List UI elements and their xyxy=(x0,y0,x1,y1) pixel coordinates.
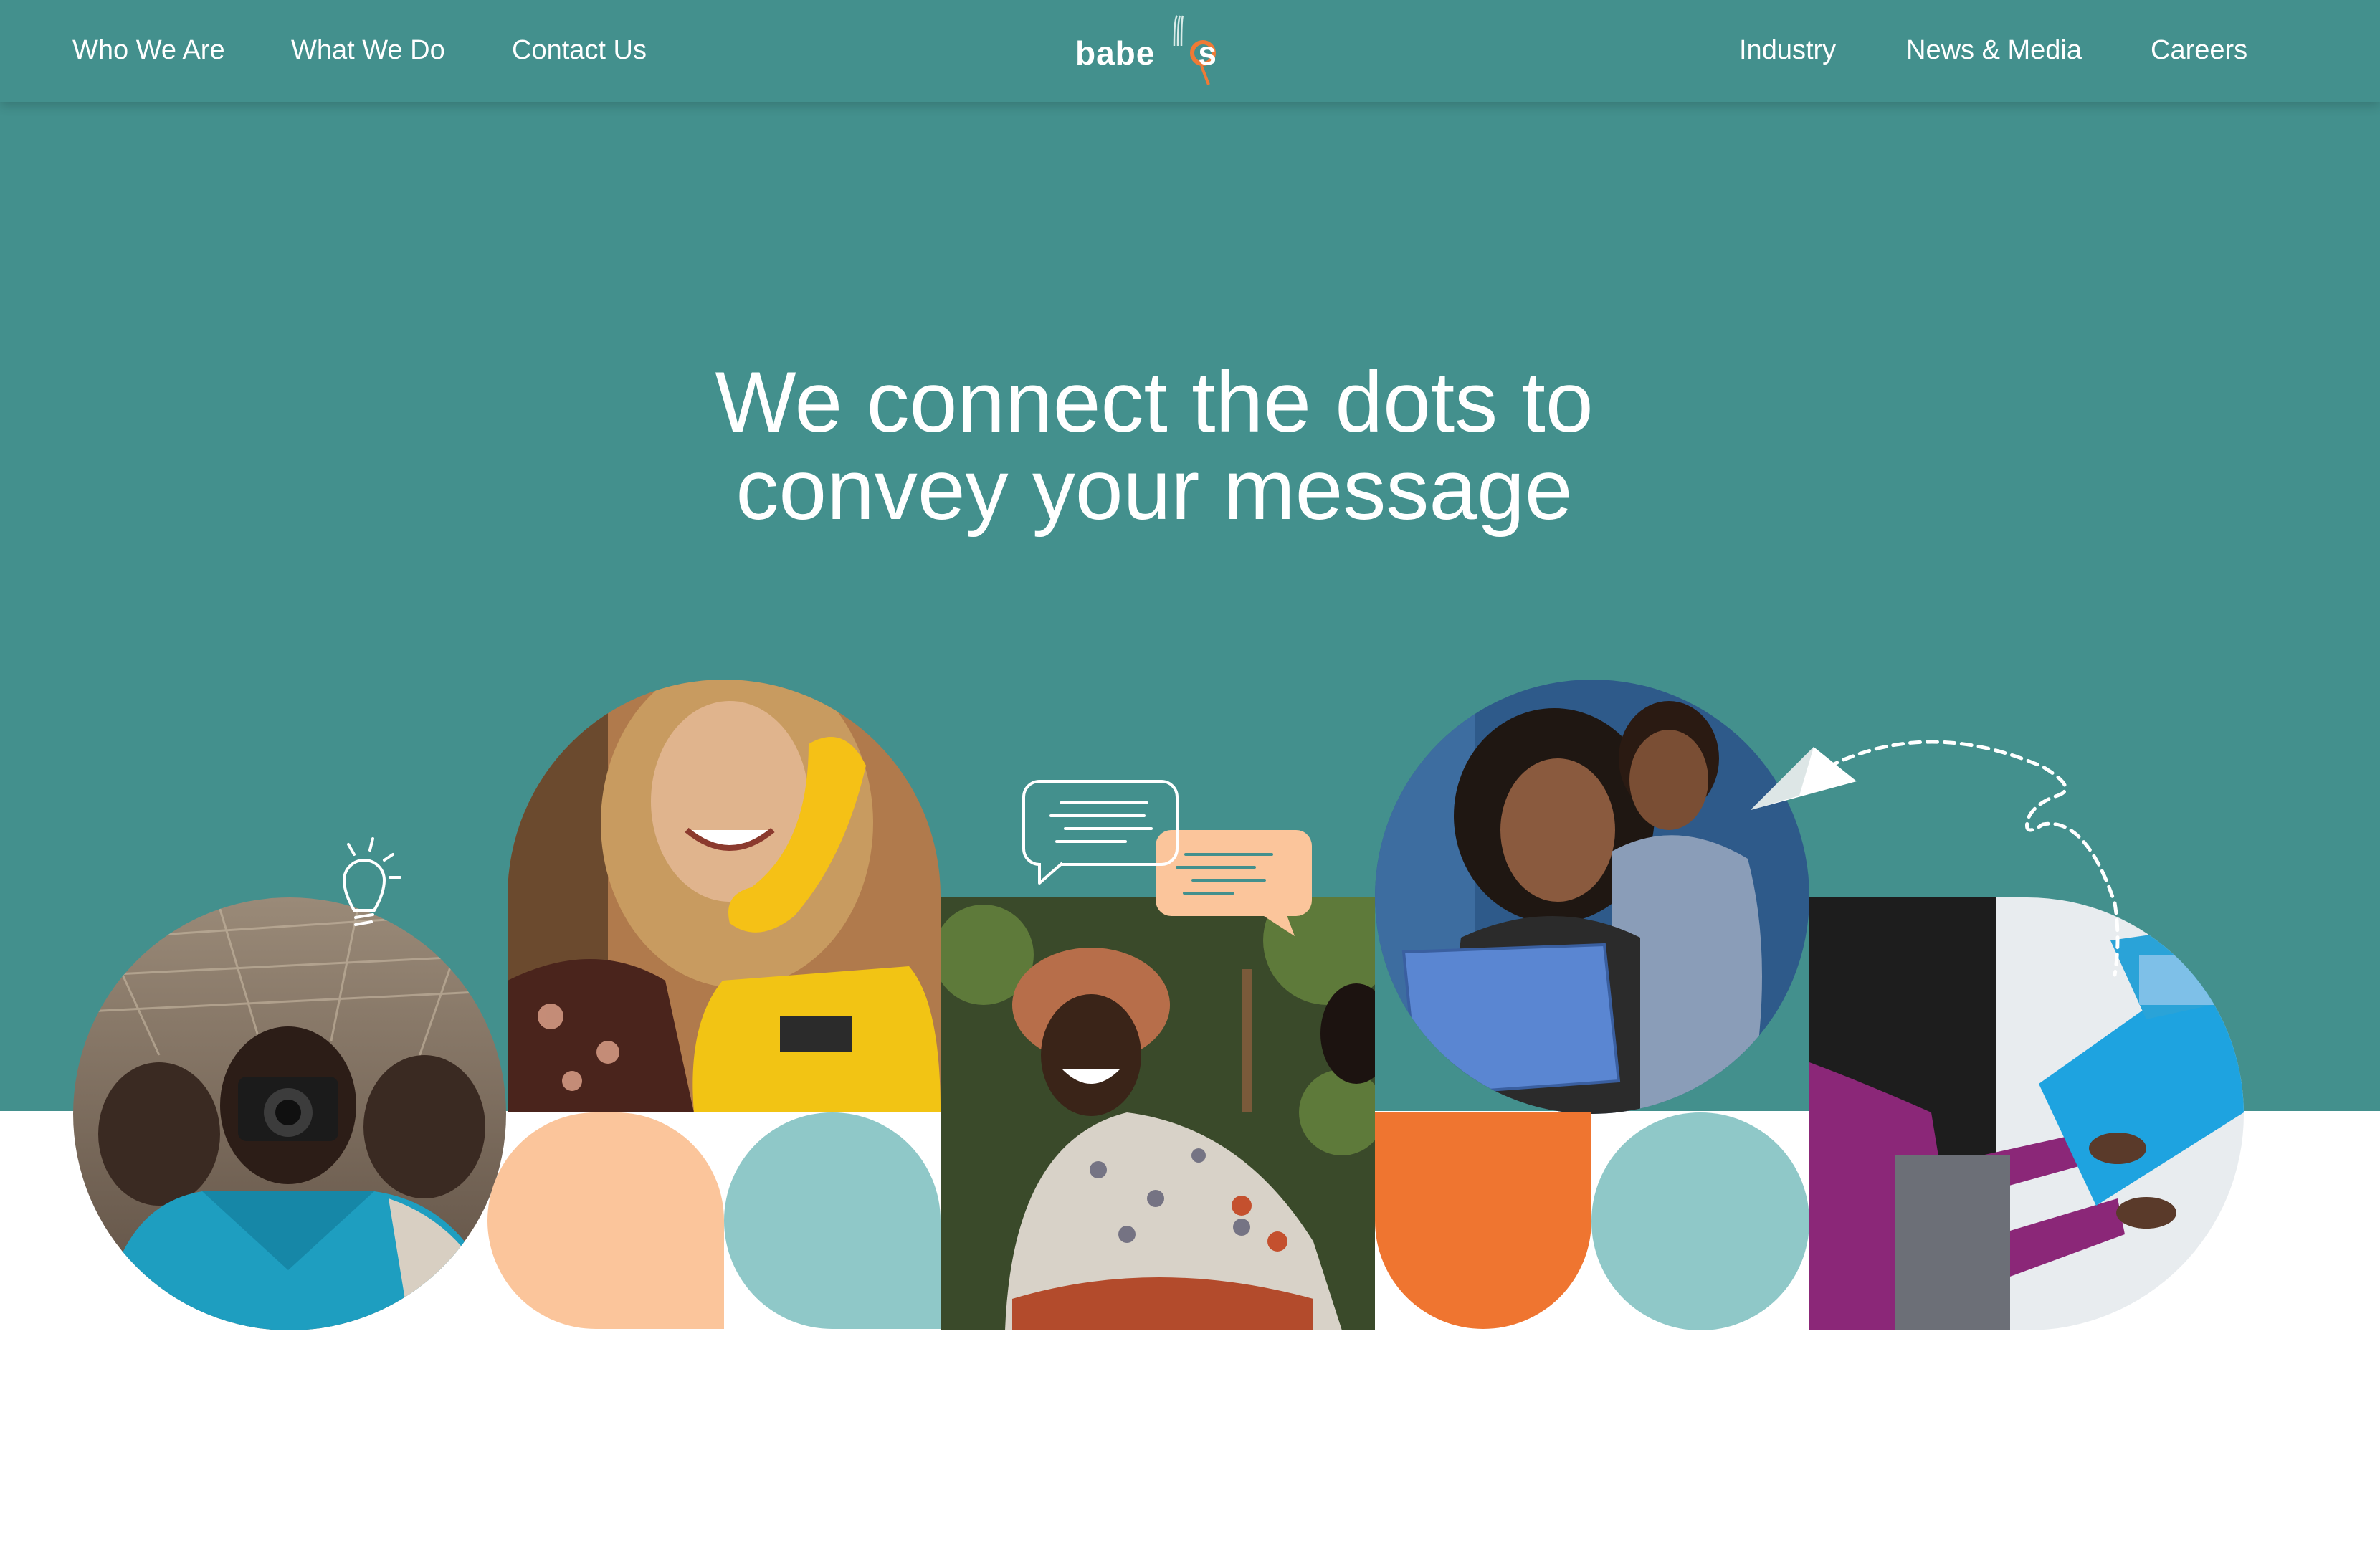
nav-what-we-do[interactable]: What We Do xyxy=(291,32,445,69)
babelos-logo[interactable]: babe s xyxy=(1075,10,1247,90)
paper-plane-icon xyxy=(1751,740,2120,977)
nav-who-we-are[interactable]: Who We Are xyxy=(72,32,225,69)
headline-line-1: We connect the dots to xyxy=(715,354,1594,451)
nav-industry[interactable]: Industry xyxy=(1739,32,1836,69)
nav-news-media[interactable]: News & Media xyxy=(1906,32,2082,69)
orange-decorative-shape xyxy=(1375,1112,1591,1329)
nav-careers[interactable]: Careers xyxy=(2151,32,2247,69)
logo-text-main: babe xyxy=(1075,34,1156,72)
nav-contact-us[interactable]: Contact Us xyxy=(512,32,647,69)
light-teal-circle-shape xyxy=(1591,1112,1809,1330)
chat-bubbles-icon xyxy=(1022,780,1312,936)
hero-headline: We connect the dots to convey your messa… xyxy=(545,358,1763,533)
headline-line-2: convey your message xyxy=(736,442,1573,538)
logo-text-end: s xyxy=(1198,34,1217,72)
peach-decorative-shape xyxy=(487,1112,724,1329)
woman-farming-photo xyxy=(941,897,1375,1330)
light-teal-decorative-shape xyxy=(724,1112,941,1329)
logo-wordmark: babe s xyxy=(1075,32,1217,75)
lightbulb-icon xyxy=(342,837,401,926)
woman-on-yellow-phone-photo xyxy=(508,680,941,1112)
children-with-camera-photo xyxy=(73,897,506,1330)
top-navigation: Who We Are What We Do Contact Us babe s I… xyxy=(0,0,2380,102)
